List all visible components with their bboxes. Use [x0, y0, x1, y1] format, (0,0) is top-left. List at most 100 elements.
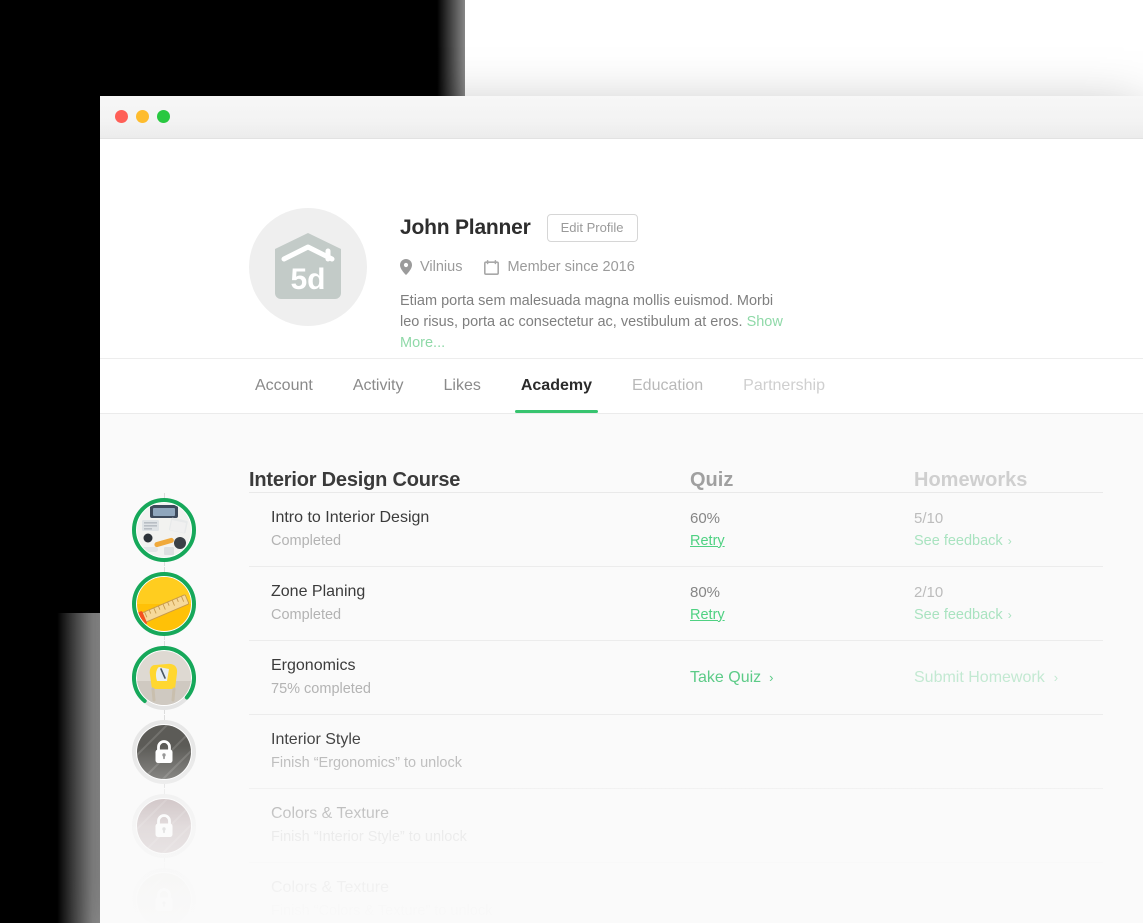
take-quiz-label: Take Quiz: [690, 668, 762, 686]
course-status: Finish “Ergonomics” to unlock: [271, 755, 462, 771]
course-thumbnail-chair-icon: [137, 650, 191, 705]
tab-label: Account: [255, 377, 313, 394]
take-quiz-button[interactable]: Take Quiz ›: [690, 669, 914, 687]
close-window-button[interactable]: [115, 110, 128, 123]
profile-header: 5d John Planner Edit Profile Vilnius Mem…: [100, 139, 1143, 359]
submit-homework-label: Submit Homework: [914, 668, 1045, 686]
course-thumbnail: [132, 719, 196, 784]
course-thumbnail: [132, 571, 196, 636]
course-name: Colors & Texture: [271, 805, 389, 822]
avatar[interactable]: 5d: [249, 208, 367, 326]
course-quiz-cell: 60% Retry: [690, 509, 914, 551]
5d-house-logo-icon: 5d: [275, 233, 341, 299]
thumbnail-image: [137, 650, 191, 705]
course-name: Ergonomics: [271, 657, 356, 674]
thumbnail-image: [137, 502, 191, 557]
lock-icon: [155, 739, 173, 763]
profile-tabs: Account Activity Likes Academy Education Part…: [100, 359, 1143, 414]
course-name: Zone Planing: [271, 583, 366, 600]
minimize-window-button[interactable]: [136, 110, 149, 123]
course-row[interactable]: Interior Style Finish “Ergonomics” to unl…: [132, 715, 1103, 789]
thumbnail-image: [137, 798, 191, 853]
thumbnail-image: [137, 724, 191, 779]
zoom-window-button[interactable]: [157, 110, 170, 123]
course-homework-cell: Submit Homework ›: [914, 669, 1103, 687]
course-title-cell: Zone Planing Completed: [249, 582, 690, 625]
course-row[interactable]: Zone Planing Completed 80% Retry 2/10 See fee…: [132, 567, 1103, 641]
lock-icon: [155, 887, 173, 911]
app-window: 5d John Planner Edit Profile Vilnius Mem…: [100, 96, 1143, 923]
window-titlebar: [100, 96, 1143, 139]
edit-profile-button[interactable]: Edit Profile: [546, 214, 638, 242]
thumbnail-circle: [132, 645, 196, 710]
profile-bio-text: Etiam porta sem malesuada magna mollis e…: [400, 293, 774, 330]
tab-label: Education: [632, 377, 704, 394]
course-thumbnail: [132, 867, 196, 923]
chevron-right-icon: ›: [1007, 607, 1012, 622]
course-title-cell: Ergonomics 75% completed: [249, 656, 690, 699]
course-title-cell: Colors & Texture Finish “Colors & Texture…: [249, 878, 690, 921]
tab-education[interactable]: Education: [612, 359, 723, 413]
quiz-retry-link[interactable]: Retry: [690, 605, 725, 625]
screenshot-stage: 5d John Planner Edit Profile Vilnius Mem…: [0, 0, 1143, 923]
course-homework-cell: 5/10 See feedback ›: [914, 509, 1103, 551]
course-thumbnail: [132, 645, 196, 710]
traffic-light-group: [115, 110, 170, 123]
course-list: Intro to Interior Design Completed 60% Retr…: [132, 493, 1103, 923]
table-header-row: Interior Design Course Quiz Homeworks: [249, 414, 1103, 493]
location-meta: Vilnius: [400, 259, 462, 275]
course-row[interactable]: Intro to Interior Design Completed 60% Retr…: [132, 493, 1103, 567]
tab-likes[interactable]: Likes: [423, 359, 500, 413]
tab-academy[interactable]: Academy: [501, 359, 612, 413]
chevron-right-icon: ›: [1007, 533, 1012, 548]
see-feedback-link[interactable]: See feedback ›: [914, 605, 1103, 625]
member-since-meta: Member since 2016: [484, 259, 635, 275]
quiz-score: 60%: [690, 509, 721, 527]
calendar-icon: [484, 259, 500, 275]
location-label: Vilnius: [420, 259, 463, 275]
svg-text:5d: 5d: [290, 263, 325, 296]
course-thumbnail-ruler-icon: [137, 576, 191, 631]
thumbnail-circle: [132, 497, 196, 562]
course-thumbnail-desk-icon: [137, 502, 191, 557]
see-feedback-link[interactable]: See feedback ›: [914, 531, 1103, 551]
quiz-retry-link[interactable]: Retry: [690, 531, 725, 551]
tab-account[interactable]: Account: [249, 359, 333, 413]
course-title-cell: Colors & Texture Finish “Interior Style” …: [249, 804, 690, 847]
member-since-label: Member since 2016: [507, 259, 635, 275]
tab-label: Partnership: [743, 377, 825, 394]
course-row[interactable]: Colors & Texture Finish “Interior Style” …: [132, 789, 1103, 863]
column-header-homeworks: Homeworks: [914, 469, 1028, 491]
chevron-right-icon: ›: [1053, 669, 1059, 685]
lock-icon: [155, 813, 173, 837]
tab-label: Likes: [443, 377, 481, 394]
course-name: Intro to Interior Design: [271, 509, 430, 526]
quiz-score: 80%: [690, 583, 721, 601]
course-row[interactable]: Colors & Texture Finish “Colors & Texture…: [132, 863, 1103, 923]
course-status: Finish “Colors & Texture” to unlock: [271, 903, 493, 919]
tab-label: Activity: [352, 377, 404, 394]
course-quiz-cell: 80% Retry: [690, 583, 914, 625]
tab-partnership[interactable]: Partnership: [723, 359, 845, 413]
see-feedback-label: See feedback: [914, 606, 1003, 623]
course-row[interactable]: Ergonomics 75% completed Take Quiz › Submit …: [132, 641, 1103, 715]
profile-name-row: John Planner Edit Profile: [400, 214, 1020, 242]
course-quiz-cell: Take Quiz ›: [690, 669, 914, 687]
submit-homework-button[interactable]: Submit Homework ›: [914, 669, 1103, 687]
course-thumbnail: [132, 793, 196, 858]
thumbnail-circle: [132, 867, 196, 923]
column-header-quiz: Quiz: [690, 469, 734, 491]
tab-activity[interactable]: Activity: [333, 359, 424, 413]
course-homework-cell: 2/10 See feedback ›: [914, 583, 1103, 625]
course-name: Colors & Texture: [271, 879, 389, 896]
course-title-cell: Interior Style Finish “Ergonomics” to unl…: [249, 730, 690, 773]
tab-label: Academy: [520, 377, 592, 394]
profile-meta-row: Vilnius Member since 2016: [400, 259, 1020, 275]
course-status: Completed: [271, 607, 342, 623]
profile-info: John Planner Edit Profile Vilnius Member…: [400, 214, 1020, 354]
course-thumbnail: [132, 497, 196, 562]
academy-sheet: Interior Design Course Quiz Homeworks In…: [100, 414, 1143, 923]
course-name: Interior Style: [271, 731, 361, 748]
course-status: 75% completed: [271, 681, 371, 697]
see-feedback-label: See feedback: [914, 532, 1003, 549]
